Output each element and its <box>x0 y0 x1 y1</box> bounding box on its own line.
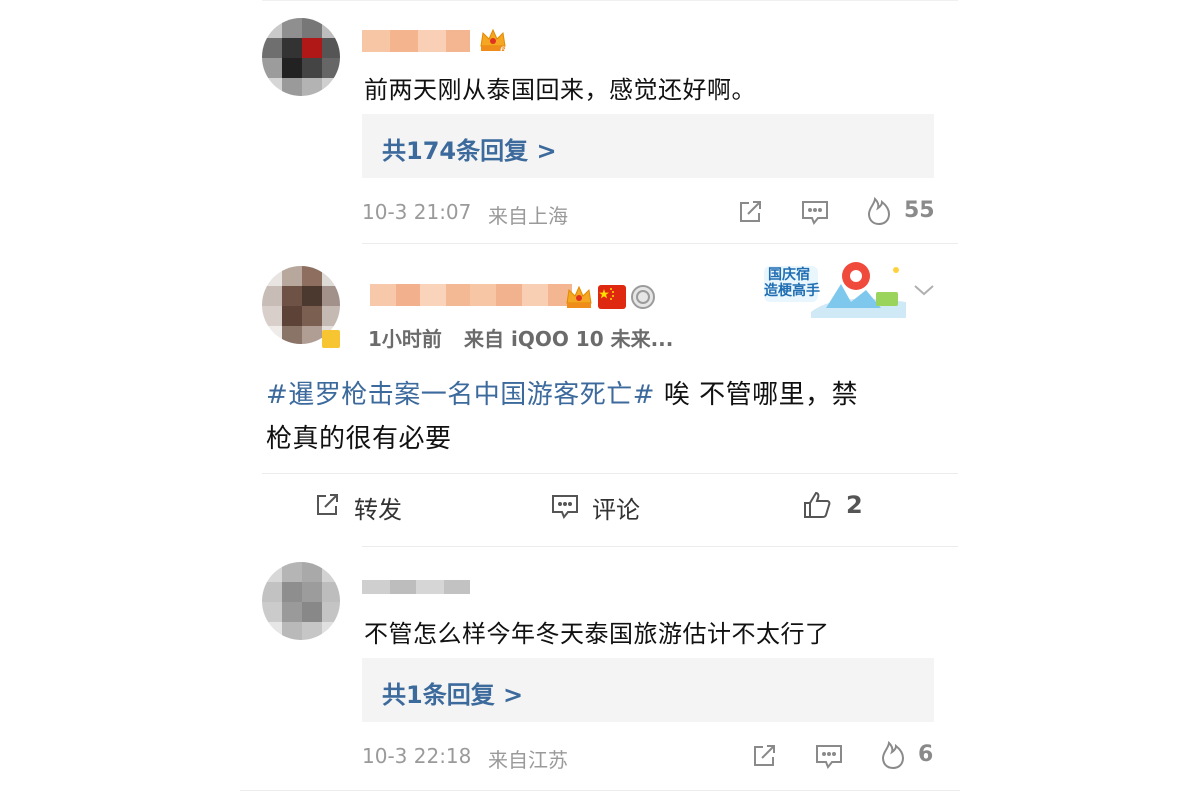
reply-count-link[interactable]: 共1条回复 > <box>382 675 523 710</box>
post-body-text: 唉 不管哪里，禁 <box>655 380 859 410</box>
medal-icon <box>631 285 655 309</box>
username-blurred[interactable] <box>362 580 470 594</box>
post-body: #暹罗枪击案一名中国游客死亡# 唉 不管哪里，禁 <box>266 374 858 411</box>
divider <box>262 473 958 474</box>
event-badge[interactable]: 国庆宿 造梗高手 <box>756 262 906 318</box>
svg-text:6: 6 <box>500 46 506 54</box>
post-body-line2: 枪真的很有必要 <box>266 424 452 454</box>
divider <box>362 546 958 547</box>
repost-icon[interactable] <box>750 742 778 770</box>
like-count: 55 <box>904 198 935 223</box>
comment-text: 前两天刚从泰国回来，感觉还好啊。 <box>364 76 756 104</box>
event-badge-text: 造梗高手 <box>764 283 820 299</box>
like-count: 2 <box>846 491 863 519</box>
thumbs-up-icon[interactable] <box>802 490 832 520</box>
comment-location: 来自上海 <box>488 204 568 228</box>
like-count: 6 <box>918 742 934 767</box>
divider <box>240 790 960 791</box>
comment-text: 不管怎么样今年冬天泰国旅游估计不太行了 <box>364 620 830 648</box>
comment-icon[interactable] <box>800 198 830 226</box>
verified-badge <box>322 330 340 348</box>
post-time: 1小时前 <box>368 327 442 351</box>
hashtag-link[interactable]: #暹罗枪击案一名中国游客死亡# <box>266 380 655 410</box>
repost-button[interactable]: 转发 <box>354 490 402 525</box>
username-blurred[interactable] <box>362 30 470 52</box>
china-flag-icon <box>598 285 626 309</box>
avatar[interactable] <box>262 562 340 640</box>
top-divider <box>262 0 958 1</box>
like-flame-icon[interactable] <box>866 196 892 226</box>
comment-button[interactable]: 评论 <box>592 490 640 525</box>
reply-count-link[interactable]: 共174条回复 > <box>382 131 557 166</box>
comment-time: 10-3 22:18 <box>362 744 472 768</box>
divider <box>362 243 958 244</box>
username-blurred[interactable] <box>370 284 572 306</box>
comment-time: 10-3 21:07 <box>362 200 472 224</box>
comment-location: 来自江苏 <box>488 748 568 772</box>
crown-badge-icon: 6 <box>480 28 506 54</box>
like-flame-icon[interactable] <box>880 740 906 770</box>
post-source[interactable]: 来自 iQOO 10 未来... <box>464 323 673 352</box>
avatar[interactable] <box>262 18 340 96</box>
repost-icon[interactable] <box>736 198 764 226</box>
chevron-down-icon[interactable] <box>912 282 936 298</box>
crown-badge-icon <box>566 285 592 308</box>
repost-icon[interactable] <box>312 491 342 519</box>
comment-icon[interactable] <box>814 742 844 770</box>
comment-icon[interactable] <box>550 492 580 520</box>
